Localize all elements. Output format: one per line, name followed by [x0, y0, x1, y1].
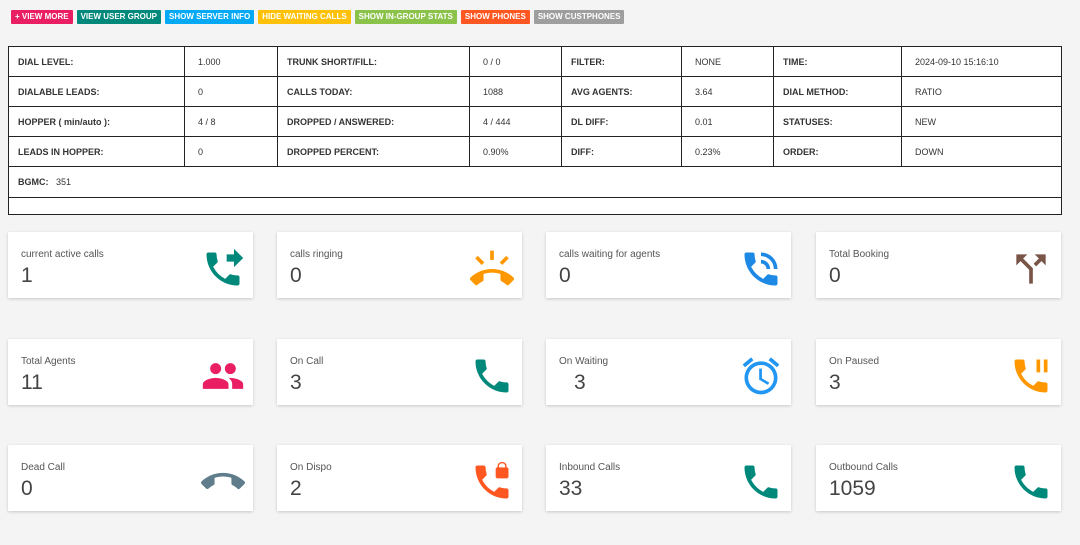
show-custphones-button[interactable]: SHOW CUSTPHONES	[533, 10, 625, 24]
stat-value: 1088	[469, 76, 562, 107]
stat-label: DROPPED PERCENT:	[277, 136, 470, 167]
stat-label: ORDER:	[773, 136, 902, 167]
stat-label: DIFF:	[561, 136, 682, 167]
card-value: 1059	[829, 477, 876, 500]
stat-label: DROPPED / ANSWERED:	[277, 106, 470, 137]
stat-card[interactable]: calls waiting for agents 0	[546, 232, 791, 298]
phone-icon	[470, 354, 514, 398]
card-value: 1	[21, 264, 33, 287]
card-title: current active calls	[21, 249, 104, 260]
card-title: calls ringing	[290, 249, 343, 260]
phone-paused-icon	[1009, 354, 1053, 398]
stat-label: DIAL METHOD:	[773, 76, 902, 107]
stat-value: 0.90%	[469, 136, 562, 167]
stat-card[interactable]: Inbound Calls 33	[546, 445, 791, 511]
show-phones-button[interactable]: SHOW PHONES	[460, 10, 530, 24]
bgmc-cell: BGMC: 351	[8, 166, 1062, 198]
stats-row: LEADS IN HOPPER: 0 DROPPED PERCENT: 0.90% DI…	[8, 136, 1062, 167]
phone-ringing-icon	[470, 247, 514, 291]
card-title: On Paused	[829, 356, 880, 367]
stat-value: DOWN	[901, 136, 1062, 167]
stat-card[interactable]: calls ringing 0	[277, 232, 522, 298]
stat-label: AVG AGENTS:	[561, 76, 682, 107]
people-icon	[201, 354, 245, 398]
phone-icon	[739, 460, 783, 504]
bgmc-value: 351	[56, 177, 72, 187]
stat-value: 0.01	[681, 106, 774, 137]
toolbar: + VIEW MORE VIEW USER GROUP SHOW SERVER …	[11, 10, 625, 24]
stat-value: 3.64	[681, 76, 774, 107]
bgmc-label: BGMC:	[18, 177, 49, 187]
stat-label: STATUSES:	[773, 106, 902, 137]
stats-row: DIAL LEVEL: 1.000 TRUNK SHORT/FILL: 0 / 0 FI…	[8, 46, 1062, 77]
card-title: On Waiting	[559, 356, 609, 367]
stat-label: TRUNK SHORT/FILL:	[277, 46, 470, 77]
view-user-group-button[interactable]: VIEW USER GROUP	[76, 10, 162, 24]
bgmc-row: BGMC: 351	[8, 166, 1062, 198]
stat-label: DL DIFF:	[561, 106, 682, 137]
card-title: On Dispo	[290, 462, 332, 473]
card-value: 3	[290, 371, 302, 394]
phone-in-talk-icon	[739, 247, 783, 291]
alarm-clock-icon	[739, 354, 783, 398]
stats-row: HOPPER ( min/auto ): 4 / 8 DROPPED / ANSWE…	[8, 106, 1062, 137]
stat-card[interactable]: Total Agents 11	[8, 339, 253, 405]
stat-card[interactable]: On Call 3	[277, 339, 522, 405]
phone-forward-icon	[201, 247, 245, 291]
stat-value: 0	[184, 136, 278, 167]
stat-label: LEADS IN HOPPER:	[8, 136, 185, 167]
stat-value: 0.23%	[681, 136, 774, 167]
stat-card[interactable]: Total Booking 0	[816, 232, 1061, 298]
stat-label: DIALABLE LEADS:	[8, 76, 185, 107]
empty-row	[8, 197, 1062, 215]
call-split-icon	[1009, 247, 1053, 291]
card-value: 0	[290, 264, 302, 287]
card-value: 3	[574, 371, 586, 394]
stat-value: RATIO	[901, 76, 1062, 107]
stat-value: 4 / 444	[469, 106, 562, 137]
stats-table: DIAL LEVEL: 1.000 TRUNK SHORT/FILL: 0 / 0 FI…	[8, 46, 1062, 215]
card-title: On Call	[290, 356, 324, 367]
stat-value: 1.000	[184, 46, 278, 77]
card-value: 2	[290, 477, 302, 500]
card-title: Total Agents	[21, 356, 76, 367]
stat-card[interactable]: current active calls 1	[8, 232, 253, 298]
stats-row: DIALABLE LEADS: 0 CALLS TODAY: 1088 AVG AGEN…	[8, 76, 1062, 107]
phone-icon	[1009, 460, 1053, 504]
view-more-button[interactable]: + VIEW MORE	[11, 10, 73, 24]
card-title: Inbound Calls	[559, 462, 621, 473]
card-value: 33	[559, 477, 583, 500]
hide-waiting-calls-button[interactable]: HIDE WAITING CALLS	[258, 10, 351, 24]
card-title: Dead Call	[21, 462, 65, 473]
card-value: 11	[21, 371, 43, 394]
stat-value: 0 / 0	[469, 46, 562, 77]
empty-cell	[8, 197, 1062, 215]
stat-card[interactable]: Outbound Calls 1059	[816, 445, 1061, 511]
stat-label: TIME:	[773, 46, 902, 77]
stat-card[interactable]: On Dispo 2	[277, 445, 522, 511]
stat-label: CALLS TODAY:	[277, 76, 470, 107]
stat-card[interactable]: On Waiting 3	[546, 339, 791, 405]
card-title: Outbound Calls	[829, 462, 898, 473]
stat-value: 2024-09-10 15:16:10	[901, 46, 1062, 77]
stat-label: DIAL LEVEL:	[8, 46, 185, 77]
show-server-info-button[interactable]: SHOW SERVER INFO	[165, 10, 255, 24]
show-in-group-stats-button[interactable]: SHOW IN-GROUP STATS	[354, 10, 457, 24]
stat-label: HOPPER ( min/auto ):	[8, 106, 185, 137]
card-value: 0	[829, 264, 841, 287]
stat-card[interactable]: Dead Call 0	[8, 445, 253, 511]
stat-value: 0	[184, 76, 278, 107]
stat-value: NEW	[901, 106, 1062, 137]
card-value: 0	[559, 264, 571, 287]
card-value: 3	[829, 371, 841, 394]
stat-label: FILTER:	[561, 46, 682, 77]
stat-value: NONE	[681, 46, 774, 77]
phone-locked-icon	[470, 460, 514, 504]
call-end-icon	[201, 460, 245, 504]
stat-card[interactable]: On Paused 3	[816, 339, 1061, 405]
card-value: 0	[21, 477, 33, 500]
card-title: Total Booking	[829, 249, 890, 260]
stat-value: 4 / 8	[184, 106, 278, 137]
card-title: calls waiting for agents	[559, 249, 661, 260]
